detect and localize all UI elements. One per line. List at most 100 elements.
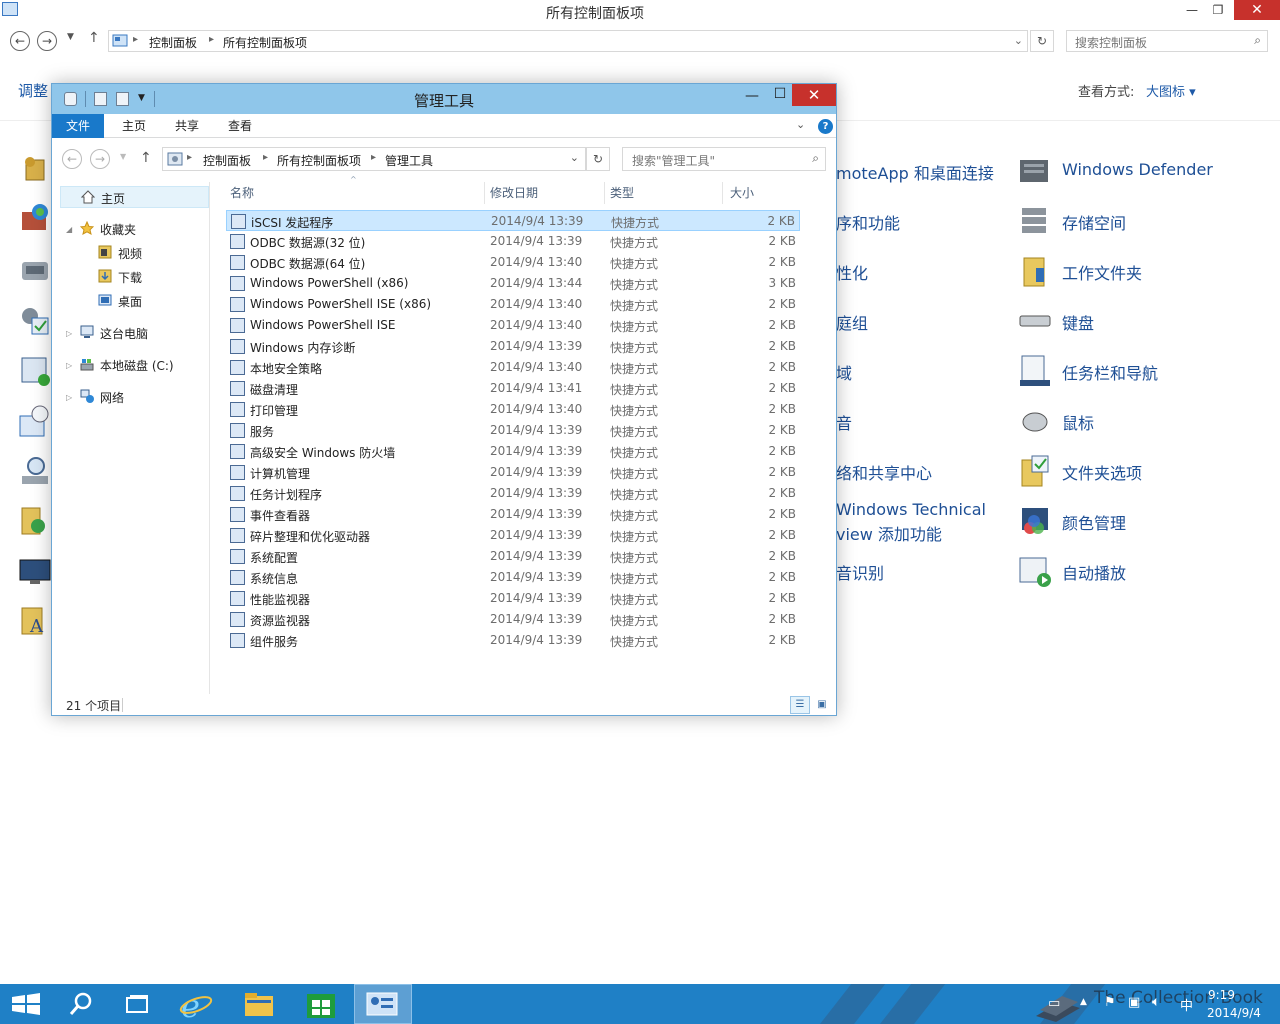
file-row[interactable]: 计算机管理 2014/9/4 13:39 快捷方式 2 KB: [226, 462, 800, 483]
speech-recognition-link[interactable]: 音识别: [836, 560, 884, 584]
minimize-button[interactable]: —: [740, 88, 764, 104]
back-button[interactable]: ←: [10, 31, 30, 51]
up-button[interactable]: ↑: [140, 150, 152, 166]
store-button[interactable]: [292, 984, 350, 1024]
date-time-icon[interactable]: [18, 404, 52, 438]
expand-arrow-icon[interactable]: ▷: [66, 393, 72, 402]
details-view-icon[interactable]: ☰: [790, 696, 810, 714]
file-row[interactable]: 高级安全 Windows 防火墙 2014/9/4 13:39 快捷方式 2 K…: [226, 441, 800, 462]
expand-arrow-icon[interactable]: ▷: [66, 329, 72, 338]
search-button[interactable]: [52, 984, 110, 1024]
file-explorer-button[interactable]: [230, 984, 288, 1024]
address-dropdown-icon[interactable]: ⌄: [570, 151, 579, 164]
default-programs-icon[interactable]: [18, 304, 52, 338]
nav-videos[interactable]: 视频: [98, 242, 198, 264]
column-name[interactable]: 名称: [230, 184, 254, 201]
flag-icon[interactable]: ⚑: [1104, 995, 1116, 1010]
maximize-button[interactable]: ❐: [1204, 0, 1232, 20]
action-center-tray-icon[interactable]: ▭: [1048, 996, 1060, 1011]
file-row[interactable]: ODBC 数据源(32 位) 2014/9/4 13:39 快捷方式 2 KB: [226, 231, 800, 252]
file-row[interactable]: 事件查看器 2014/9/4 13:39 快捷方式 2 KB: [226, 504, 800, 525]
breadcrumb-all-items[interactable]: 所有控制面板项: [223, 34, 307, 51]
region-link[interactable]: 域: [836, 360, 852, 384]
column-divider[interactable]: [484, 182, 485, 204]
refresh-button[interactable]: ↻: [1030, 30, 1054, 52]
close-button[interactable]: ✕: [792, 84, 836, 106]
file-row[interactable]: 性能监视器 2014/9/4 13:39 快捷方式 2 KB: [226, 588, 800, 609]
search-input[interactable]: 搜索控制面板 ⌕: [1066, 30, 1268, 52]
file-row[interactable]: 碎片整理和优化驱动器 2014/9/4 13:39 快捷方式 2 KB: [226, 525, 800, 546]
help-button[interactable]: ?: [818, 119, 833, 134]
control-panel-taskbar-button[interactable]: [354, 984, 412, 1024]
clock-date[interactable]: 2014/9/4: [1207, 1006, 1261, 1020]
address-bar[interactable]: ▸ 控制面板 ▸ 所有控制面板项 ▸ 管理工具 ⌄: [162, 147, 586, 171]
tab-file[interactable]: 文件: [52, 114, 105, 138]
clock-time[interactable]: 9:19: [1208, 988, 1235, 1002]
file-row[interactable]: 打印管理 2014/9/4 13:40 快捷方式 2 KB: [226, 399, 800, 420]
file-row[interactable]: Windows PowerShell ISE 2014/9/4 13:40 快捷…: [226, 315, 800, 336]
address-bar[interactable]: ▸ 控制面板 ▸ 所有控制面板项 ⌄: [108, 30, 1028, 52]
recent-locations-icon[interactable]: ▼: [67, 32, 74, 42]
forward-button[interactable]: →: [37, 31, 57, 51]
ime-indicator[interactable]: 中: [1180, 995, 1193, 1014]
column-divider[interactable]: [604, 182, 605, 204]
column-date-modified[interactable]: 修改日期: [490, 184, 538, 201]
large-icons-view-icon[interactable]: ▣: [812, 696, 832, 714]
file-row[interactable]: 系统信息 2014/9/4 13:39 快捷方式 2 KB: [226, 567, 800, 588]
explorer-titlebar[interactable]: ▼ 管理工具 — ☐ ✕: [52, 84, 836, 114]
file-row[interactable]: 组件服务 2014/9/4 13:39 快捷方式 2 KB: [226, 630, 800, 651]
search-input[interactable]: 搜索"管理工具" ⌕: [622, 147, 826, 171]
tab-share[interactable]: 共享: [161, 114, 213, 138]
file-row[interactable]: 服务 2014/9/4 13:39 快捷方式 2 KB: [226, 420, 800, 441]
display-icon[interactable]: [18, 554, 52, 588]
personalization-link[interactable]: 性化: [836, 260, 868, 284]
nav-local-disk[interactable]: 本地磁盘 (C:): [80, 354, 204, 376]
nav-home[interactable]: 主页: [60, 186, 209, 208]
breadcrumb-control-panel[interactable]: 控制面板: [203, 152, 251, 169]
expand-arrow-icon[interactable]: ▷: [66, 361, 72, 370]
column-divider[interactable]: [722, 182, 723, 204]
nav-this-pc[interactable]: 这台电脑: [80, 322, 200, 344]
credential-manager-icon[interactable]: [18, 152, 52, 186]
expand-ribbon-icon[interactable]: ⌄: [796, 118, 805, 131]
nav-desktop[interactable]: 桌面: [98, 290, 198, 312]
address-dropdown-icon[interactable]: ⌄: [1014, 34, 1023, 47]
file-history-icon[interactable]: [18, 504, 52, 538]
technical-preview-link-line1[interactable]: Windows Technical: [836, 500, 986, 519]
show-hidden-icons-icon[interactable]: ▲: [1080, 997, 1087, 1007]
file-row[interactable]: iSCSI 发起程序 2014/9/4 13:39 快捷方式 2 KB: [226, 210, 800, 231]
maximize-button[interactable]: ☐: [768, 86, 792, 102]
breadcrumb-admin-tools[interactable]: 管理工具: [385, 152, 433, 169]
tab-view[interactable]: 查看: [214, 114, 266, 138]
breadcrumb-control-panel[interactable]: 控制面板: [149, 34, 197, 51]
file-row[interactable]: ODBC 数据源(64 位) 2014/9/4 13:40 快捷方式 2 KB: [226, 252, 800, 273]
back-button[interactable]: ←: [62, 149, 82, 169]
file-row[interactable]: Windows PowerShell (x86) 2014/9/4 13:44 …: [226, 273, 800, 294]
column-type[interactable]: 类型: [610, 184, 634, 201]
start-button[interactable]: [0, 984, 58, 1024]
close-button[interactable]: ✕: [1234, 0, 1280, 20]
file-row[interactable]: 资源监视器 2014/9/4 13:39 快捷方式 2 KB: [226, 609, 800, 630]
sound-link[interactable]: 音: [836, 410, 852, 434]
up-button[interactable]: ↑: [88, 30, 100, 46]
network-sharing-center-link[interactable]: 络和共享中心: [836, 460, 932, 484]
homegroup-link[interactable]: 庭组: [836, 310, 868, 334]
windows-firewall-icon[interactable]: [18, 202, 52, 236]
internet-explorer-button[interactable]: e: [168, 984, 226, 1024]
fonts-icon[interactable]: A: [18, 604, 52, 638]
file-row[interactable]: Windows PowerShell ISE (x86) 2014/9/4 13…: [226, 294, 800, 315]
minimize-button[interactable]: —: [1178, 0, 1206, 20]
tab-home[interactable]: 主页: [108, 114, 160, 138]
forward-button[interactable]: →: [90, 149, 110, 169]
collapse-arrow-icon[interactable]: ◢: [66, 225, 72, 234]
breadcrumb-all-items[interactable]: 所有控制面板项: [277, 152, 361, 169]
indexing-options-icon[interactable]: [18, 454, 52, 488]
file-row[interactable]: Windows 内存诊断 2014/9/4 13:39 快捷方式 2 KB: [226, 336, 800, 357]
action-center-icon[interactable]: [18, 354, 52, 388]
technical-preview-link-line2[interactable]: view 添加功能: [836, 521, 942, 545]
nav-favorites[interactable]: 收藏夹: [79, 218, 200, 240]
column-size[interactable]: 大小: [730, 184, 754, 201]
nav-downloads[interactable]: 下载: [98, 266, 198, 288]
programs-features-link[interactable]: 序和功能: [836, 210, 900, 234]
view-by-dropdown[interactable]: 大图标 ▾: [1146, 81, 1196, 100]
